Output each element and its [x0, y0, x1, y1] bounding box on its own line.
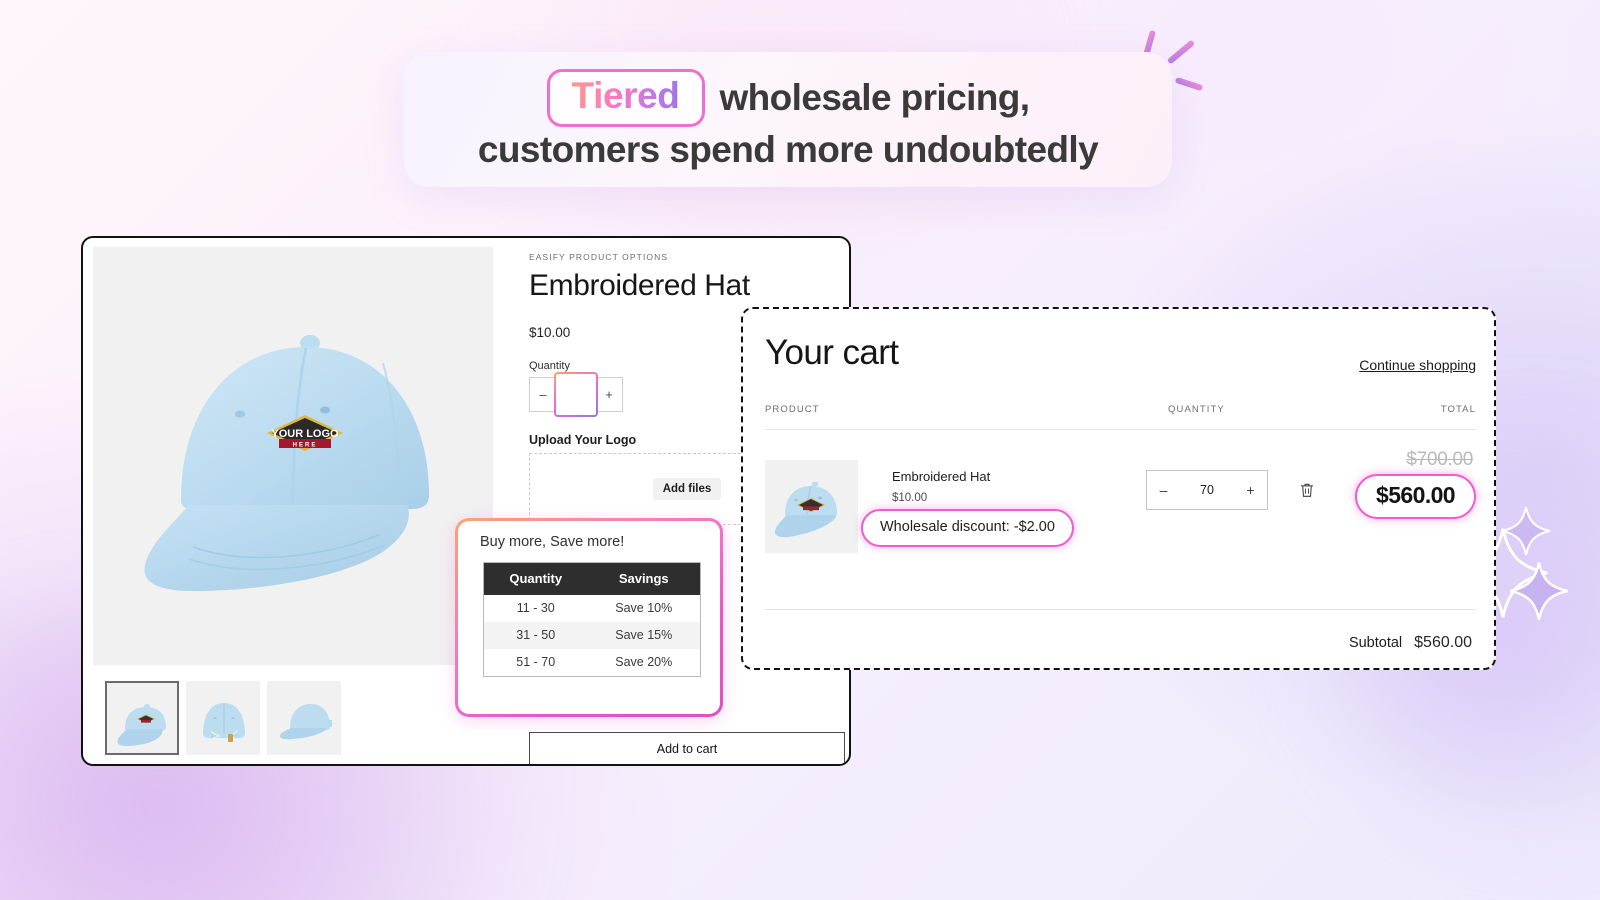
wholesale-discount-badge: Wholesale discount: -$2.00: [861, 509, 1074, 547]
cart-quantity-decrement-button[interactable]: –: [1147, 471, 1180, 509]
tiered-keyword-chip: Tiered: [546, 68, 705, 127]
cart-item-discounted-total: $560.00: [1355, 474, 1476, 519]
tier-savings: Save 15%: [587, 622, 701, 649]
cart-subtotal-value: $560.00: [1414, 634, 1472, 651]
table-header-row: Quantity Savings: [483, 562, 701, 595]
cart-quantity-value: 70: [1200, 483, 1214, 497]
product-thumbnail-strip: [105, 681, 341, 755]
quantity-stepper[interactable]: – 70 +: [529, 374, 623, 415]
product-thumbnail-front-view[interactable]: [105, 681, 179, 755]
cart-header: Your cart Continue shopping: [765, 333, 1476, 373]
quantity-increment-button[interactable]: +: [596, 378, 622, 411]
tier-savings: Save 20%: [615, 655, 673, 669]
svg-text:HERE: HERE: [293, 443, 318, 449]
product-thumbnail-back-view[interactable]: [186, 681, 260, 755]
cart-column-total: TOTAL: [1440, 404, 1476, 415]
sparkle-star-medium-icon: [1508, 560, 1570, 622]
product-vendor: EASIFY PRODUCT OPTIONS: [529, 252, 669, 262]
product-main-image[interactable]: YOUR LOGO HERE: [93, 247, 493, 665]
tier-quantity-range: 51 - 70: [516, 655, 556, 669]
cart-divider-bottom: [765, 609, 1476, 610]
product-gallery: YOUR LOGO HERE: [93, 247, 493, 757]
tiered-pricing-heading: Buy more, Save more!: [480, 534, 625, 550]
headline: Tiered wholesale pricing, customers spen…: [404, 52, 1172, 187]
cart-item-original-total: $700.00: [1406, 449, 1473, 470]
table-header-quantity: Quantity: [483, 562, 588, 595]
tiered-pricing-table: Quantity Savings 11 - 30 Save 10% 31 - 5…: [483, 562, 701, 677]
table-row: 51 - 70 Save 20%: [484, 649, 701, 677]
cart-item-thumbnail[interactable]: [765, 460, 858, 553]
cart-quantity-stepper[interactable]: – 70 +: [1146, 470, 1268, 510]
cart-subtotal-row: Subtotal $560.00: [1349, 634, 1472, 652]
headline-line-1-rest: wholesale pricing,: [719, 76, 1031, 118]
remove-item-button[interactable]: [1297, 481, 1317, 501]
cart-item-name: Embroidered Hat: [892, 469, 991, 484]
tiered-pricing-card: Buy more, Save more! Quantity Savings 11…: [455, 518, 723, 717]
cart-subtotal-label: Subtotal: [1348, 635, 1403, 651]
promo-artboard: Tiered wholesale pricing, customers spen…: [0, 0, 1600, 900]
headline-line-2: customers spend more undoubtedly: [477, 128, 1099, 170]
product-thumbnail-side-view[interactable]: [267, 681, 341, 755]
cart-divider-top: [765, 429, 1476, 430]
product-title: Embroidered Hat: [529, 269, 750, 302]
trash-icon: [1301, 483, 1313, 497]
tier-quantity-range: 11 - 30: [516, 601, 555, 615]
quantity-decrement-button[interactable]: –: [530, 378, 556, 411]
table-row: 31 - 50 Save 15%: [483, 622, 701, 649]
tier-savings: Save 10%: [615, 601, 673, 615]
cap-front-illustration: YOUR LOGO HERE: [93, 247, 493, 665]
tier-quantity-range: 31 - 50: [483, 622, 588, 649]
tiered-keyword-text: Tiered: [571, 74, 680, 116]
table-header-savings: Savings: [587, 562, 701, 595]
table-row: 11 - 30 Save 10%: [484, 595, 701, 622]
cart-column-quantity: QUANTITY: [1168, 404, 1225, 415]
continue-shopping-link[interactable]: Continue shopping: [1359, 357, 1476, 373]
svg-text:YOUR LOGO: YOUR LOGO: [271, 428, 339, 440]
add-files-button[interactable]: Add files: [652, 478, 722, 500]
quantity-value: 70: [556, 382, 596, 408]
cart-column-product: PRODUCT: [765, 404, 820, 415]
cart-panel: Your cart Continue shopping PRODUCT QUAN…: [741, 307, 1496, 670]
cart-quantity-increment-button[interactable]: +: [1234, 471, 1267, 509]
add-to-cart-button[interactable]: Add to cart: [529, 732, 845, 764]
headline-card: Tiered wholesale pricing, customers spen…: [404, 52, 1172, 187]
sparkle-star-small-icon: [1500, 505, 1552, 557]
cart-title: Your cart: [765, 333, 899, 372]
cart-item-unit-price: $10.00: [892, 492, 928, 504]
